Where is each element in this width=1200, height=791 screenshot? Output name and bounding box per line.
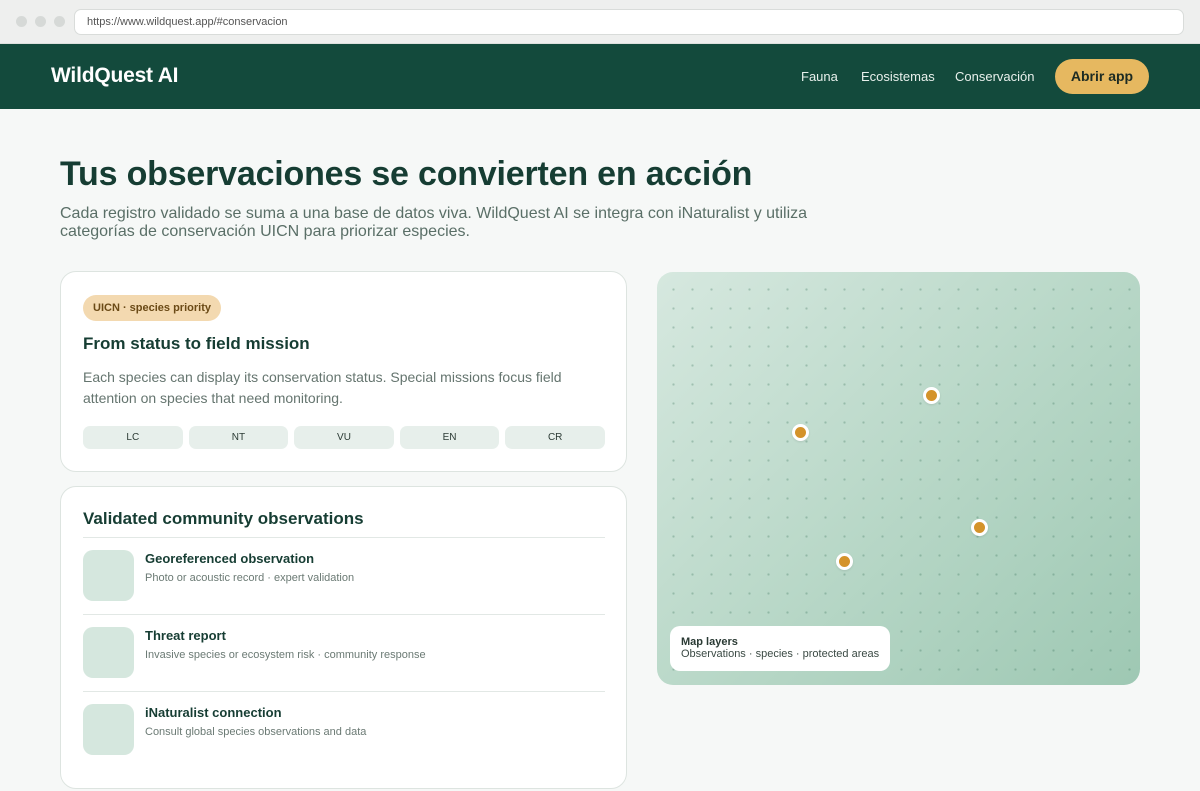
map-pin-icon[interactable] [792,424,809,441]
window-maximize-dot[interactable] [54,16,65,27]
window-close-dot[interactable] [16,16,27,27]
status-chip-vu[interactable]: VU [294,426,394,449]
nav-link-conservacion[interactable]: Conservación [955,69,1035,84]
top-navigation: WildQuest AI Fauna Ecosistemas Conservac… [0,44,1200,109]
address-bar[interactable]: https://www.wildquest.app/#conservacion [74,9,1184,35]
window-minimize-dot[interactable] [35,16,46,27]
map-legend-description: Observations · species · protected areas [681,648,880,660]
conservation-status-list: LC NT VU EN CR [83,426,605,449]
status-card-body: Each species can display its conservatio… [83,369,562,406]
observation-map[interactable]: Map layers Observations · species · prot… [657,272,1140,685]
list-item-description: Invasive species or ecosystem risk · com… [145,649,426,661]
browser-chrome: https://www.wildquest.app/#conservacion [0,0,1200,44]
page-title: Tus observaciones se convierten en acció… [60,155,753,193]
observation-list: Georeferenced observation Photo or acous… [83,537,605,768]
observations-card-title: Validated community observations [83,509,364,528]
map-legend-title: Map layers [681,636,738,648]
list-item-description: Consult global species observations and … [145,726,367,738]
map-legend: Map layers Observations · species · prot… [670,626,891,671]
list-item[interactable]: iNaturalist connection Consult global sp… [83,691,605,768]
nav-link-ecosistemas[interactable]: Ecosistemas [861,69,935,84]
list-item-title: Threat report [145,628,226,643]
inaturalist-thumbnail [83,704,134,755]
list-item[interactable]: Georeferenced observation Photo or acous… [83,537,605,614]
threat-thumbnail [83,627,134,678]
map-pin-icon[interactable] [971,519,988,536]
status-chip-lc[interactable]: LC [83,426,183,449]
open-app-button[interactable]: Abrir app [1055,59,1149,94]
status-chip-nt[interactable]: NT [188,426,289,449]
list-item-title: iNaturalist connection [145,705,282,720]
map-pin-icon[interactable] [923,387,940,404]
conservation-status-card: UICN · species priority From status to f… [60,271,627,472]
status-chip-cr[interactable]: CR [505,426,605,449]
page-subtitle: Cada registro validado se suma a una bas… [60,205,808,240]
list-item-description: Photo or acoustic record · expert valida… [145,572,355,584]
map-grid-pattern [657,272,1140,685]
nav-link-fauna[interactable]: Fauna [801,69,838,84]
brand-logo[interactable]: WildQuest AI [51,64,179,88]
list-item-title: Georeferenced observation [145,551,315,566]
community-observations-card: Validated community observations Georefe… [60,486,627,789]
map-pin-icon[interactable] [836,553,853,570]
observation-thumbnail [83,550,134,601]
status-chip-en[interactable]: EN [399,426,500,449]
list-item[interactable]: Threat report Invasive species or ecosys… [83,614,605,691]
uicn-badge: UICN · species priority [83,295,221,321]
status-card-title: From status to field mission [83,334,310,353]
